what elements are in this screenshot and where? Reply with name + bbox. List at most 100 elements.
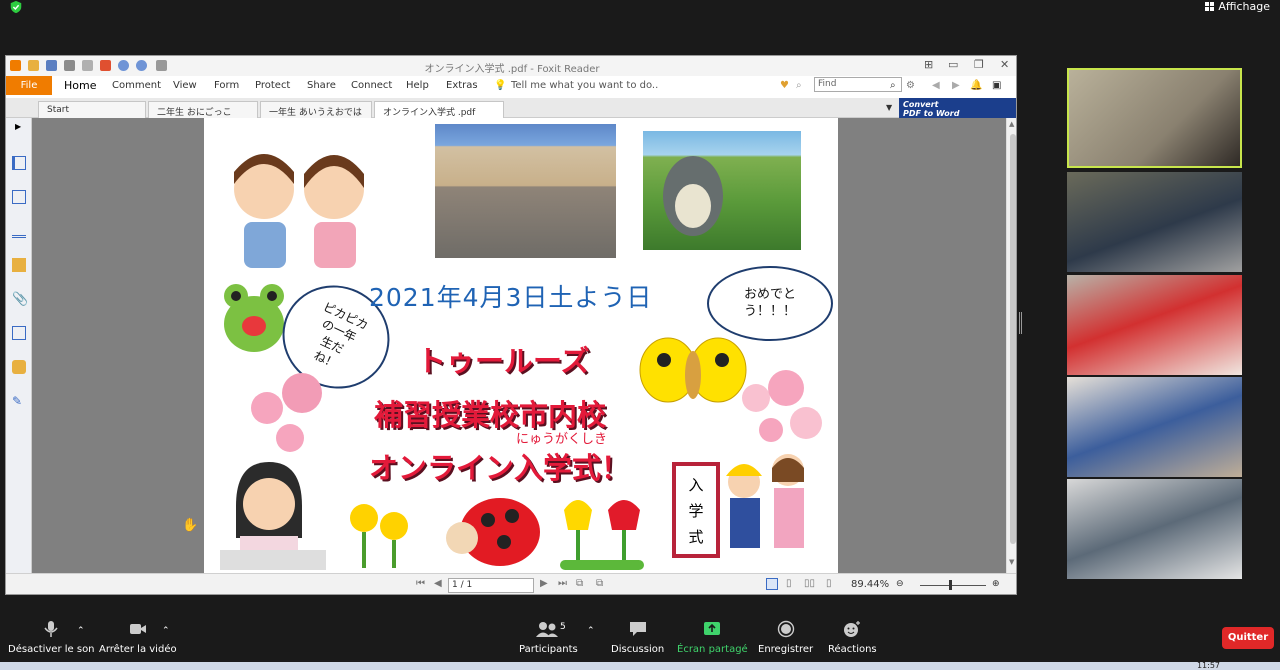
window-title: オンライン入学式 .pdf - Foxit Reader [424,64,600,75]
zoom-level[interactable]: 89.44% [851,579,889,590]
tabs-dropdown-icon[interactable]: ▼ [886,103,892,112]
menu-view[interactable]: View [173,80,197,91]
settings-icon[interactable]: ⚙ [906,80,915,91]
vertical-scrollbar[interactable]: ▲ ▼ [1006,118,1016,573]
participants-caret-icon[interactable]: ⌃ [587,626,595,636]
menu-comment[interactable]: Comment [112,80,161,91]
participants-count: 5 [560,622,566,632]
first-page-icon[interactable]: ⏮ [416,578,425,589]
share-screen-button[interactable]: Écran partagé [677,620,748,655]
menu-extras[interactable]: Extras [446,80,478,91]
participant-video[interactable] [1067,172,1242,272]
scroll-down-icon[interactable]: ▼ [1009,558,1014,566]
grid-icon [1205,2,1215,11]
audio-options-caret-icon[interactable]: ⌃ [77,626,85,636]
parent-child-illustration [726,454,804,548]
panel-splitter[interactable] [1019,312,1022,334]
scroll-thumb[interactable] [1010,134,1016,544]
zoom-slider-thumb[interactable] [949,580,952,590]
pen-icon[interactable]: ✎ [12,394,26,408]
scroll-up-icon[interactable]: ▲ [1009,120,1014,128]
menu-home[interactable]: Home [64,79,96,92]
bookmark-icon[interactable] [12,156,26,170]
leave-meeting-button[interactable]: Quitter [1222,627,1274,649]
convert-pdf-to-word-button[interactable]: Convert PDF to Word [899,98,1016,118]
continuous-view-icon[interactable]: ▯ [786,578,792,589]
bubble-right-line: う！！！ [743,304,796,319]
last-page-icon[interactable]: ⏭ [558,578,567,589]
search-tool-icon[interactable]: ⌕ [796,80,802,91]
zoom-slider[interactable] [920,585,986,586]
sign-char: 入 [688,476,704,494]
close-icon[interactable]: ✕ [1000,58,1009,71]
attachment-icon[interactable]: 📎 [12,292,28,307]
restore-icon[interactable]: ❐ [974,58,984,71]
next-page-icon[interactable]: ▶ [540,578,548,589]
zoom-out-icon[interactable]: ⊖ [896,579,904,589]
participant-video[interactable] [1067,377,1242,477]
view-label: Affichage [1218,0,1270,13]
pages-icon[interactable] [12,190,26,204]
windows-taskbar: 11:57 [0,661,1280,670]
minimize-icon[interactable]: ▭ [948,58,958,71]
zoom-in-icon[interactable]: ⊕ [992,579,1000,589]
participants-button[interactable]: Participants [519,620,578,655]
record-icon [777,620,794,638]
video-options-caret-icon[interactable]: ⌃ [162,626,170,636]
expand-panel-icon[interactable]: ▶ [15,122,21,131]
participants-label: Participants [519,644,578,655]
participants-icon [536,622,559,637]
menu-protect[interactable]: Protect [255,80,290,91]
tab-start[interactable]: Start [38,101,146,118]
menu-help[interactable]: Help [406,80,429,91]
prev-page-icon[interactable]: ◀ [434,578,442,589]
tab-active-doc[interactable]: オンライン入学式 .pdf [374,101,504,118]
menu-connect[interactable]: Connect [351,80,392,91]
share-label: Écran partagé [677,644,748,655]
search-icon[interactable]: ⌕ [890,80,896,91]
participant-video[interactable] [1067,479,1242,579]
tell-me-input[interactable]: Tell me what you want to do.. [511,80,658,91]
back-icon[interactable]: ◀ [932,80,940,91]
signature-icon[interactable] [12,326,26,340]
ribbon-options-icon[interactable]: ⊞ [924,58,933,71]
comments-icon[interactable] [12,258,26,272]
menu-form[interactable]: Form [214,80,239,91]
file-menu[interactable]: File [6,76,52,95]
participant-video-active[interactable] [1067,68,1242,168]
participant-name-overlay [220,550,326,570]
foxit-reader-window: オンライン入学式 .pdf - Foxit Reader ⊞ ▭ ❐ ✕ Fil… [5,55,1017,595]
rotate-icon[interactable]: ⧉ [576,578,583,589]
mute-label: Désactiver le son [8,644,95,655]
ladybug-illustration [446,498,540,566]
record-button[interactable]: Enregistrer [758,620,813,655]
notification-bell-icon[interactable]: 🔔 [970,80,982,91]
chat-icon [629,622,646,636]
tulip-illustration [560,500,644,570]
reactions-button[interactable]: Réactions [828,620,877,655]
title-toulouse: トゥールーズ [417,344,590,378]
view-button[interactable]: Affichage [1205,0,1270,13]
lock-icon[interactable] [12,360,26,374]
title-ceremony: オンライン入学式！ [369,451,631,485]
cover-view-icon[interactable]: ▯ [826,578,832,589]
reactions-label: Réactions [828,644,877,655]
page-number-input[interactable]: 1 / 1 [448,578,534,593]
forward-icon[interactable]: ▶ [952,80,960,91]
zoom-toolbar: Désactiver le son ⌃ Arrêter la vidéo ⌃ P… [0,610,1280,670]
tab-doc-2[interactable]: 二年生 おにごっこ .pdf [148,101,258,128]
tab-doc-3[interactable]: 一年生 あいうえおではじ... [260,101,372,131]
account-icon[interactable]: ▣ [992,80,1001,91]
totoro-image [643,131,801,250]
heart-icon[interactable]: ♥ [780,80,789,91]
single-page-view-icon[interactable] [766,578,778,590]
find-input[interactable]: Find [814,77,902,92]
fit-icon[interactable]: ⧉ [596,578,603,589]
participant-video[interactable] [1067,275,1242,375]
chat-button[interactable]: Discussion [611,620,664,655]
security-shield-icon[interactable] [8,0,24,14]
frog-illustration [224,284,284,352]
layers-icon[interactable] [12,224,26,238]
facing-view-icon[interactable]: ▯▯ [804,578,815,589]
menu-share[interactable]: Share [307,80,336,91]
